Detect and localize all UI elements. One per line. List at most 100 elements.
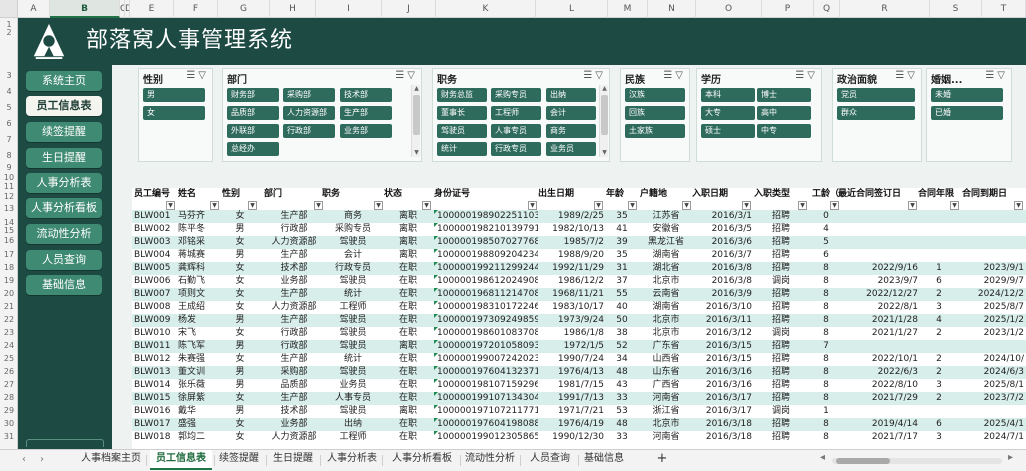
slicer-item[interactable]: 未婚 — [931, 88, 1003, 102]
table-cell[interactable]: 会计 — [322, 249, 384, 262]
row-number[interactable]: 16 — [0, 236, 17, 245]
table-row[interactable]: BLW006 石勤飞女业务部 驾驶员 在职 100000198612024908 1986… — [132, 275, 1026, 288]
table-cell[interactable]: BLW001 — [134, 210, 176, 223]
table-cell[interactable]: 35 — [606, 249, 638, 262]
table-cell[interactable]: 1971/7/21 — [538, 405, 604, 418]
table-cell[interactable]: 在职 — [384, 301, 432, 314]
table-cell[interactable]: 女 — [222, 262, 258, 275]
table-cell[interactable]: 北京市 — [640, 327, 692, 340]
table-cell[interactable]: 7 — [812, 340, 840, 353]
slicer-item[interactable]: 采购专员 — [491, 88, 541, 102]
table-cell[interactable]: BLW017 — [134, 418, 176, 431]
table-cell[interactable]: 1982/10/13 — [538, 223, 604, 236]
sheet-tab[interactable]: 人事分析看板 — [386, 450, 458, 470]
table-cell[interactable]: 1 — [918, 262, 960, 275]
table-cell[interactable]: 100000199107134304 — [434, 392, 538, 405]
table-cell[interactable]: 2 — [918, 288, 960, 301]
column-header[interactable]: 姓名 ▼ — [178, 188, 220, 210]
table-cell[interactable]: 山东省 — [640, 366, 692, 379]
row-number[interactable]: 28 — [0, 393, 17, 402]
table-cell[interactable]: 陈飞军 — [178, 340, 220, 353]
table-cell[interactable]: BLW014 — [134, 379, 176, 392]
table-row[interactable]: BLW012 朱赛强女生产部 统计 在职 100000199007242023 1990/… — [132, 353, 1026, 366]
table-row[interactable]: BLW014 张乐薇男品质部 业务员 在职 100000198107159296 1981… — [132, 379, 1026, 392]
slicer-item[interactable]: 采购部 — [283, 88, 335, 102]
table-cell[interactable]: 女 — [222, 353, 258, 366]
multi-select-icon[interactable]: ☰ — [985, 70, 997, 81]
slicer-item[interactable]: 女 — [143, 106, 205, 120]
table-cell[interactable]: BLW006 — [134, 275, 176, 288]
table-cell[interactable]: 男 — [222, 223, 258, 236]
table-cell[interactable]: 2024/10/ — [962, 353, 1024, 366]
slicer-5[interactable]: 学历 ☰▽ 本科 博士 大专 高中 硕士 中专 — [696, 68, 822, 162]
multi-select-icon[interactable]: ☰ — [795, 70, 807, 81]
table-cell[interactable] — [838, 249, 918, 262]
table-cell[interactable]: 女 — [222, 431, 258, 444]
table-cell[interactable]: 浙江省 — [640, 405, 692, 418]
table-cell[interactable]: 2021/7/29 — [838, 392, 918, 405]
table-cell[interactable]: 在职 — [384, 431, 432, 444]
column-header[interactable]: 年龄 ▼ — [606, 188, 638, 210]
column-letter[interactable]: S — [930, 0, 982, 18]
table-cell[interactable]: 张乐薇 — [178, 379, 220, 392]
table-cell[interactable]: 1976/4/13 — [538, 366, 604, 379]
table-cell[interactable]: BLW005 — [134, 262, 176, 275]
table-row[interactable]: BLW004 蒋城赛男生产部 会计 离职 100000198809204234 1988/… — [132, 249, 1026, 262]
table-cell[interactable]: 邓铭采 — [178, 236, 220, 249]
table-cell[interactable]: 55 — [606, 288, 638, 301]
table-cell[interactable]: 女 — [222, 236, 258, 249]
table-cell[interactable]: 马芬齐 — [178, 210, 220, 223]
table-cell[interactable]: 1992/11/29 — [538, 262, 604, 275]
table-cell[interactable]: 北京市 — [640, 275, 692, 288]
table-cell[interactable]: 湖北省 — [640, 262, 692, 275]
table-cell[interactable]: 2 — [918, 327, 960, 340]
table-cell[interactable] — [962, 405, 1024, 418]
table-cell[interactable]: 5 — [812, 236, 840, 249]
table-cell[interactable]: 在职 — [384, 275, 432, 288]
table-cell[interactable]: 2022/12/27 — [838, 288, 918, 301]
table-cell[interactable]: 招聘 — [754, 379, 808, 392]
table-cell[interactable]: 女 — [222, 301, 258, 314]
slicer-item[interactable]: 商务 — [546, 124, 596, 138]
table-cell[interactable]: BLW013 — [134, 366, 176, 379]
table-cell[interactable]: 8 — [812, 353, 840, 366]
table-cell[interactable]: 男 — [222, 405, 258, 418]
table-cell[interactable]: 龚辉科 — [178, 262, 220, 275]
table-cell[interactable]: 43 — [606, 379, 638, 392]
table-cell[interactable]: 男 — [222, 314, 258, 327]
sheet-tab[interactable]: 流动性分析 — [462, 450, 518, 470]
slicer-item[interactable]: 出纳 — [546, 88, 596, 102]
table-cell[interactable]: 调岗 — [754, 327, 808, 340]
slicer-item[interactable]: 技术部 — [340, 88, 392, 102]
table-cell[interactable]: 3 — [918, 301, 960, 314]
row-number[interactable]: 18 — [0, 263, 17, 272]
table-cell[interactable]: 女 — [222, 288, 258, 301]
table-cell[interactable]: 40 — [606, 301, 638, 314]
sidebar-item[interactable]: 人事分析看板 — [26, 198, 102, 218]
table-cell[interactable]: 8 — [812, 301, 840, 314]
table-cell[interactable] — [962, 223, 1024, 236]
filter-dropdown-icon[interactable]: ▼ — [248, 201, 257, 210]
table-cell[interactable]: 女 — [222, 327, 258, 340]
table-cell[interactable]: 在职 — [384, 366, 432, 379]
table-row[interactable]: BLW016 戴华男技术部 驾驶员 离职 100000197107211771 1971/… — [132, 405, 1026, 418]
sidebar-item[interactable]: 基础信息 — [26, 275, 102, 295]
table-cell[interactable]: 8 — [812, 379, 840, 392]
table-cell[interactable]: 2023/1/2 — [962, 327, 1024, 340]
column-header[interactable]: 工龄（年）▼ — [812, 188, 840, 210]
table-cell[interactable]: 河南省 — [640, 431, 692, 444]
table-cell[interactable]: 招聘 — [754, 210, 808, 223]
table-cell[interactable]: 男 — [222, 340, 258, 353]
table-cell[interactable]: 2016/3/18 — [692, 431, 752, 444]
table-cell[interactable]: 38 — [606, 327, 638, 340]
table-cell[interactable]: 100000198809204234 — [434, 249, 538, 262]
table-cell[interactable]: 8 — [812, 275, 840, 288]
column-header[interactable]: 户籍地 ▼ — [640, 188, 692, 210]
slicer-item[interactable]: 中专 — [757, 124, 811, 138]
scroll-down-icon[interactable]: ▼ — [412, 149, 421, 157]
table-cell[interactable]: BLW011 — [134, 340, 176, 353]
table-cell[interactable]: 招聘 — [754, 262, 808, 275]
horizontal-scrollbar[interactable]: ◂ ▸ — [820, 452, 1018, 466]
table-cell[interactable]: 100000198902251103 — [434, 210, 538, 223]
table-cell[interactable]: 湖南省 — [640, 249, 692, 262]
